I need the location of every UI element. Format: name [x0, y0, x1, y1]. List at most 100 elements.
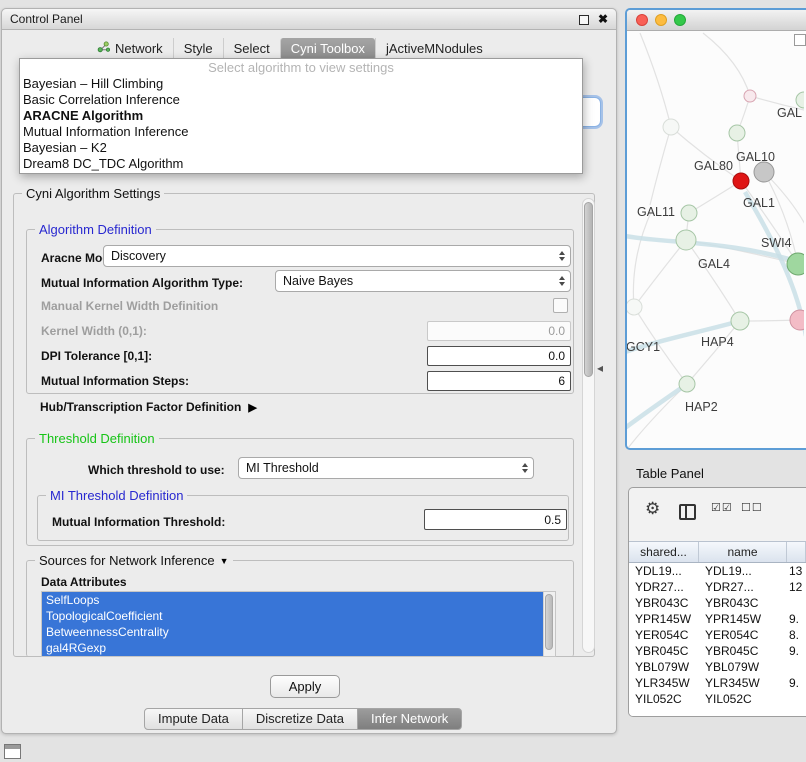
network-node[interactable]: [729, 125, 745, 141]
table-row[interactable]: YLR345WYLR345W9.: [629, 675, 806, 691]
algorithm-option[interactable]: Dream8 DC_TDC Algorithm: [20, 156, 582, 172]
minimize-window-button[interactable]: [655, 14, 667, 26]
network-tab-icon: [97, 38, 110, 60]
aracne-mode-select[interactable]: Discovery: [103, 245, 571, 267]
network-edge[interactable]: [703, 33, 750, 96]
tab-impute-data[interactable]: Impute Data: [144, 708, 243, 730]
table-row[interactable]: YDL19...YDL19...13: [629, 563, 806, 579]
table-cell: YBR045C: [629, 643, 699, 659]
network-edge[interactable]: [650, 127, 671, 205]
table-row[interactable]: YIL052CYIL052C: [629, 691, 806, 707]
table-row[interactable]: YER054CYER054C8.: [629, 627, 806, 643]
network-corner-box: [794, 34, 806, 46]
network-edge[interactable]: [640, 33, 671, 127]
deselect-all-columns-icon[interactable]: ☐☐: [741, 503, 763, 514]
show-columns-icon[interactable]: [679, 504, 696, 520]
table-cell: YLR345W: [629, 675, 699, 691]
select-all-columns-icon[interactable]: ☑☑: [711, 503, 733, 514]
sources-toggle[interactable]: Sources for Network Inference▼: [35, 553, 233, 568]
algorithm-option[interactable]: Bayesian – K2: [20, 140, 582, 156]
network-window-titlebar: [627, 10, 806, 31]
mi-steps-field[interactable]: 6: [427, 371, 571, 391]
group-title: Cyni Algorithm Settings: [22, 186, 164, 201]
tab-infer-network[interactable]: Infer Network: [357, 708, 462, 730]
algorithm-option[interactable]: Basic Correlation Inference: [20, 92, 582, 108]
column-header-partial[interactable]: [787, 542, 806, 562]
tab-label: Style: [184, 38, 213, 60]
manual-kernel-checkbox[interactable]: [553, 298, 568, 313]
data-attribute-item[interactable]: TopologicalCoefficient: [42, 608, 544, 624]
algorithm-definition-group: Algorithm Definition Aracne Mode: Discov…: [26, 229, 574, 394]
table-row[interactable]: YPR145WYPR145W9.: [629, 611, 806, 627]
table-cell: YIL052C: [699, 691, 787, 707]
panel-collapse-arrow[interactable]: ◂: [597, 361, 603, 375]
network-node[interactable]: [679, 376, 695, 392]
float-window-icon[interactable]: [579, 15, 589, 25]
table-row[interactable]: YDR27...YDR27...12: [629, 579, 806, 595]
data-attribute-item[interactable]: gal4RGexp: [42, 640, 544, 656]
network-edge[interactable]: [689, 181, 741, 213]
hub-definition-toggle[interactable]: Hub/Transcription Factor Definition ▶: [40, 400, 257, 414]
scrollbar-thumb[interactable]: [545, 594, 553, 650]
field-value: 0.0: [548, 349, 565, 363]
algorithm-option[interactable]: Bayesian – Hill Climbing: [20, 76, 582, 92]
apply-button[interactable]: Apply: [270, 675, 340, 698]
combo-arrows-icon: [559, 276, 565, 286]
dpi-tolerance-field[interactable]: 0.0: [427, 346, 571, 366]
data-attribute-item[interactable]: BetweennessCentrality: [42, 624, 544, 640]
network-node[interactable]: [676, 230, 696, 250]
table-cell: YDL19...: [699, 563, 787, 579]
sources-title: Sources for Network Inference: [39, 553, 215, 568]
tab-select[interactable]: Select: [223, 38, 280, 60]
network-canvas[interactable]: GALGAL80GAL10GAL11GAL1SWI4GAL4GCY1HAP4HA…: [627, 31, 804, 448]
scrollbar-thumb[interactable]: [584, 202, 593, 377]
table-row[interactable]: YBR045CYBR045C9.: [629, 643, 806, 659]
list-scrollbar[interactable]: [543, 592, 555, 656]
which-threshold-select[interactable]: MI Threshold: [238, 457, 534, 479]
bottom-tab-bar: Impute Data Discretize Data Infer Networ…: [144, 708, 462, 730]
column-header-shared-name[interactable]: shared...: [629, 542, 699, 562]
network-node[interactable]: [754, 162, 774, 182]
expand-arrow-icon: ▶: [248, 401, 256, 414]
table-cell: 8.: [787, 627, 806, 643]
tab-jactivemnodules[interactable]: jActiveMNodules: [375, 38, 493, 60]
network-edge[interactable]: [627, 384, 687, 428]
algorithm-option[interactable]: Mutual Information Inference: [20, 124, 582, 140]
network-edge[interactable]: [764, 172, 798, 264]
tab-style[interactable]: Style: [173, 38, 223, 60]
tab-network[interactable]: Network: [87, 38, 173, 60]
algorithm-option[interactable]: ARACNE Algorithm: [20, 108, 582, 124]
table-cell: 12: [787, 579, 806, 595]
mi-algorithm-type-select[interactable]: Naive Bayes: [275, 270, 571, 292]
settings-scrollbar[interactable]: [582, 198, 595, 653]
close-icon[interactable]: ✖: [598, 9, 608, 30]
tab-label: Select: [234, 38, 270, 60]
tab-discretize-data[interactable]: Discretize Data: [242, 708, 358, 730]
network-node[interactable]: [627, 299, 642, 315]
table-row[interactable]: YBL079WYBL079W: [629, 659, 806, 675]
network-node[interactable]: [787, 253, 804, 275]
column-header-name[interactable]: name: [699, 542, 787, 562]
network-node[interactable]: [681, 205, 697, 221]
network-edge[interactable]: [686, 240, 740, 321]
tab-label: Cyni Toolbox: [291, 38, 365, 60]
gear-icon[interactable]: ⚙: [645, 500, 660, 517]
network-node[interactable]: [744, 90, 756, 102]
network-edge[interactable]: [633, 210, 652, 307]
table-cell: YBR045C: [699, 643, 787, 659]
close-window-button[interactable]: [636, 14, 648, 26]
network-node[interactable]: [663, 119, 679, 135]
network-view-window: GALGAL80GAL10GAL11GAL1SWI4GAL4GCY1HAP4HA…: [625, 8, 806, 450]
zoom-window-button[interactable]: [674, 14, 686, 26]
network-node[interactable]: [733, 173, 749, 189]
minimized-panel-icon[interactable]: [4, 744, 21, 759]
network-node[interactable]: [731, 312, 749, 330]
tab-cyni-toolbox[interactable]: Cyni Toolbox: [280, 38, 375, 60]
table-row[interactable]: YBR043CYBR043C: [629, 595, 806, 611]
network-node[interactable]: [790, 310, 804, 330]
network-edge[interactable]: [628, 384, 687, 448]
network-edge[interactable]: [634, 240, 686, 307]
data-attributes-list[interactable]: SelfLoopsTopologicalCoefficientBetweenne…: [41, 591, 556, 657]
data-attribute-item[interactable]: SelfLoops: [42, 592, 544, 608]
mi-threshold-field[interactable]: 0.5: [424, 509, 567, 530]
